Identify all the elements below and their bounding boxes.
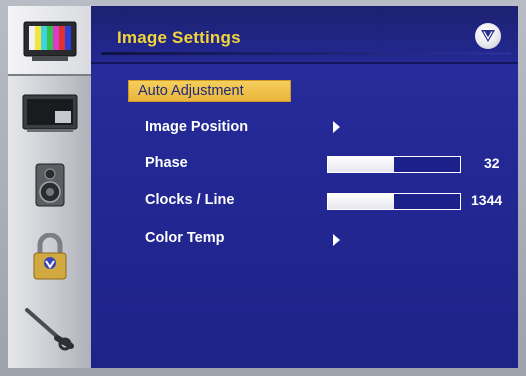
- sidebar-item-display[interactable]: [8, 78, 91, 148]
- menu-item-auto-adjustment[interactable]: Auto Adjustment: [91, 80, 518, 104]
- menu-item-label: Color Temp: [145, 230, 225, 246]
- menu-item-label: Auto Adjustment: [138, 83, 244, 99]
- menu-item-color-temp[interactable]: Color Temp: [91, 228, 518, 252]
- wrench-icon: [24, 308, 74, 351]
- header-divider: [101, 52, 511, 55]
- osd-screen: Image Settings Auto Adjustment Image Pos…: [0, 0, 526, 376]
- menu-item-phase[interactable]: Phase 32: [91, 153, 518, 177]
- image-settings-panel: Image Settings Auto Adjustment Image Pos…: [91, 6, 518, 368]
- menu-item-label: Clocks / Line: [145, 192, 235, 208]
- submenu-arrow-icon: [333, 234, 340, 246]
- menu-item-image-position[interactable]: Image Position: [91, 117, 518, 141]
- sidebar: [8, 6, 93, 368]
- menu-item-clocks-line[interactable]: Clocks / Line 1344: [91, 190, 518, 214]
- menu-item-label: Phase: [145, 155, 188, 171]
- slider-fill: [328, 157, 394, 172]
- speaker-icon: [35, 163, 64, 207]
- clocks-line-value: 1344: [471, 192, 503, 208]
- sidebar-item-setup[interactable]: [8, 294, 91, 364]
- monitor-pip-icon: [22, 94, 77, 132]
- sidebar-item-audio[interactable]: [8, 150, 91, 220]
- submenu-arrow-icon: [333, 121, 340, 133]
- selection-highlight[interactable]: Auto Adjustment: [128, 80, 291, 102]
- panel-title: Image Settings: [117, 28, 241, 47]
- panel-header: Image Settings: [91, 6, 518, 64]
- lock-icon: [33, 233, 66, 280]
- menu-item-label: Image Position: [145, 119, 249, 135]
- phase-value: 32: [484, 155, 500, 171]
- sidebar-item-image[interactable]: [8, 6, 91, 76]
- tv-color-bars-icon: [23, 21, 76, 61]
- slider-fill: [328, 194, 394, 209]
- clocks-line-slider[interactable]: [327, 193, 461, 210]
- sidebar-item-security[interactable]: [8, 222, 91, 292]
- phase-slider[interactable]: [327, 156, 461, 173]
- v-logo-icon: [475, 23, 501, 49]
